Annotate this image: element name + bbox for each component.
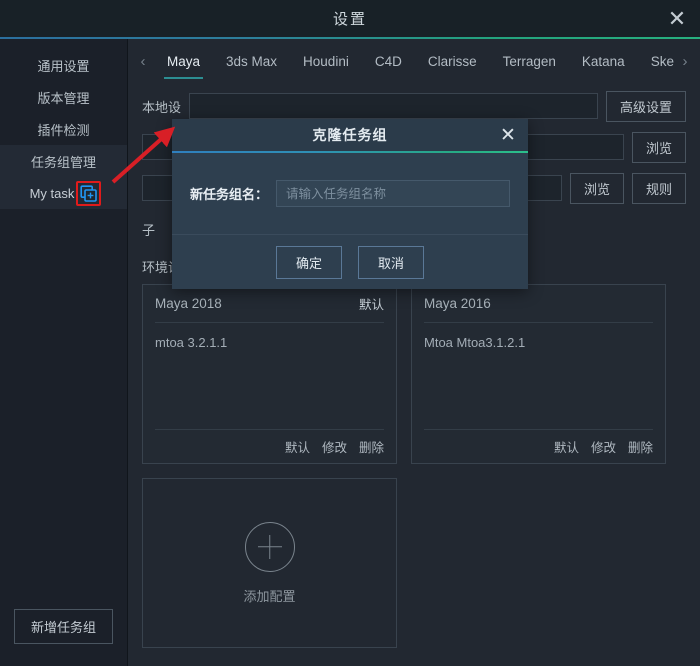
sidebar-item-label: 插件检测: [37, 120, 89, 139]
config-card-default-badge: 默认: [359, 294, 384, 313]
card-action-edit[interactable]: 修改: [591, 437, 616, 456]
card-action-edit[interactable]: 修改: [322, 437, 347, 456]
tab-3ds-max[interactable]: 3ds Max: [213, 39, 290, 83]
new-task-group-name-label: 新任务组名：: [190, 184, 268, 203]
config-card-grid: Maya 2018 默认 mtoa 3.2.1.1 默认 修改 删除 Maya …: [128, 284, 700, 666]
local-setting-label: 本地设: [142, 97, 181, 116]
plus-circle-icon: [245, 522, 295, 572]
window-body: 通用设置 版本管理 插件检测 任务组管理 My task: [0, 39, 700, 666]
config-card[interactable]: Maya 2018 默认 mtoa 3.2.1.1 默认 修改 删除: [142, 284, 397, 464]
dialog-body: 新任务组名：: [172, 153, 528, 235]
sidebar-item-general-settings[interactable]: 通用设置: [0, 49, 127, 81]
tabs-prev-arrow-icon[interactable]: ‹: [132, 39, 154, 83]
tab-sketchup[interactable]: SketchUp: [638, 39, 674, 83]
sidebar-item-label: 任务组管理: [31, 152, 96, 171]
card-action-set-default[interactable]: 默认: [554, 437, 579, 456]
card-action-delete[interactable]: 删除: [628, 437, 653, 456]
config-card-header: Maya 2016: [424, 285, 653, 323]
sidebar-item-label: My task: [30, 186, 75, 201]
browse-button-1[interactable]: 浏览: [632, 132, 686, 163]
config-card-content: Mtoa Mtoa3.1.2.1: [424, 323, 653, 429]
tab-c4d[interactable]: C4D: [362, 39, 415, 83]
dialog-close-icon[interactable]: ✕: [496, 123, 520, 147]
tab-label: Houdini: [303, 54, 349, 69]
new-task-group-name-input[interactable]: [276, 180, 510, 207]
title-bar: 设置 ✕: [0, 0, 700, 37]
tab-label: Katana: [582, 54, 625, 69]
dialog-footer: 确定 取消: [172, 235, 528, 289]
sidebar: 通用设置 版本管理 插件检测 任务组管理 My task: [0, 39, 128, 666]
add-config-card[interactable]: 添加配置: [142, 478, 397, 648]
card-action-set-default[interactable]: 默认: [285, 437, 310, 456]
window-close-icon[interactable]: ✕: [664, 6, 690, 32]
tab-maya[interactable]: Maya: [154, 39, 213, 83]
sidebar-item-my-task[interactable]: My task: [0, 177, 127, 209]
dialog-title: 克隆任务组: [313, 125, 388, 145]
config-card-actions: 默认 修改 删除: [424, 429, 653, 463]
tab-label: C4D: [375, 54, 402, 69]
clone-icon[interactable]: [80, 185, 97, 202]
tab-katana[interactable]: Katana: [569, 39, 638, 83]
dialog-header: 克隆任务组 ✕: [172, 119, 528, 151]
tab-houdini[interactable]: Houdini: [290, 39, 362, 83]
tabs-next-arrow-icon[interactable]: ›: [674, 39, 696, 83]
sidebar-footer: 新增任务组: [0, 609, 127, 666]
settings-window: 设置 ✕ 通用设置 版本管理 插件检测 任务组管理 My task: [0, 0, 700, 666]
form-row-local-setting: 本地设 高级设置: [142, 89, 686, 123]
sidebar-item-plugin-detection[interactable]: 插件检测: [0, 113, 127, 145]
config-card-content: mtoa 3.2.1.1: [155, 323, 384, 429]
tab-label: 3ds Max: [226, 54, 277, 69]
config-card[interactable]: Maya 2016 Mtoa Mtoa3.1.2.1 默认 修改 删除: [411, 284, 666, 464]
sidebar-item-task-group-management[interactable]: 任务组管理: [0, 145, 127, 177]
browse-button-2[interactable]: 浏览: [570, 173, 624, 204]
tab-label: Terragen: [503, 54, 556, 69]
tab-label: Clarisse: [428, 54, 477, 69]
sidebar-item-label: 版本管理: [37, 88, 89, 107]
tab-label: Maya: [167, 54, 200, 69]
advanced-settings-button[interactable]: 高级设置: [606, 91, 686, 122]
rule-button[interactable]: 规则: [632, 173, 686, 204]
dialog-cancel-button[interactable]: 取消: [358, 246, 424, 279]
sub-label: 子: [142, 220, 155, 239]
tab-label: SketchUp: [651, 54, 674, 69]
tab-list: Maya 3ds Max Houdini C4D Clarisse Terrag…: [154, 39, 674, 83]
tab-bar: ‹ Maya 3ds Max Houdini C4D Clarisse Terr…: [128, 39, 700, 83]
tab-terragen[interactable]: Terragen: [490, 39, 569, 83]
tab-clarisse[interactable]: Clarisse: [415, 39, 490, 83]
add-task-group-button[interactable]: 新增任务组: [14, 609, 113, 644]
window-title: 设置: [333, 8, 367, 29]
local-setting-field[interactable]: [189, 93, 598, 119]
clone-task-group-dialog: 克隆任务组 ✕ 新任务组名： 确定 取消: [172, 119, 528, 289]
card-action-delete[interactable]: 删除: [359, 437, 384, 456]
add-config-label: 添加配置: [243, 586, 295, 605]
dialog-confirm-button[interactable]: 确定: [276, 246, 342, 279]
config-card-title: Maya 2016: [424, 296, 491, 311]
config-card-actions: 默认 修改 删除: [155, 429, 384, 463]
sidebar-item-label: 通用设置: [37, 56, 89, 75]
config-card-title: Maya 2018: [155, 296, 222, 311]
config-card-header: Maya 2018 默认: [155, 285, 384, 323]
sidebar-item-version-management[interactable]: 版本管理: [0, 81, 127, 113]
